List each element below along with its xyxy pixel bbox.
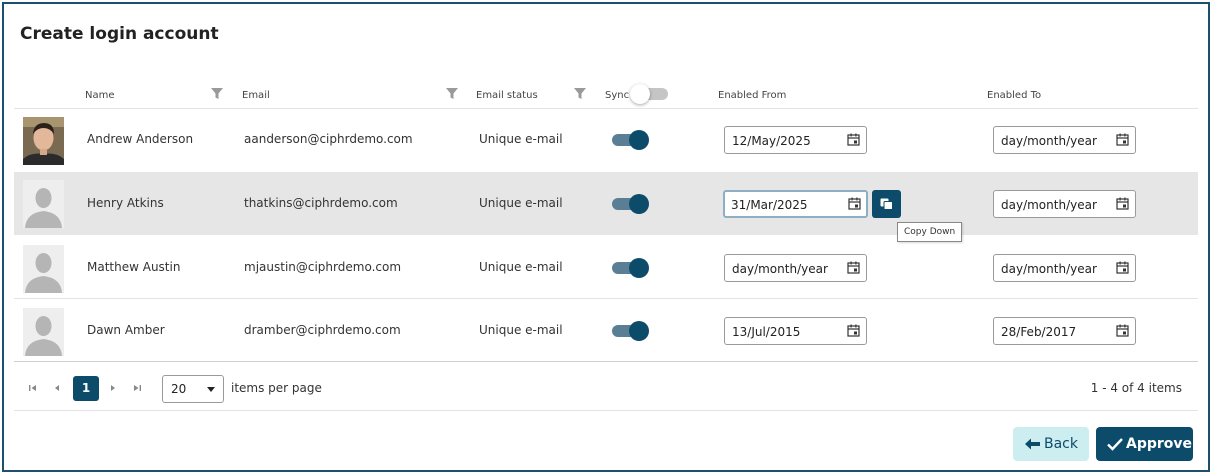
filter-icon[interactable] bbox=[574, 88, 586, 100]
avatar bbox=[23, 117, 64, 165]
calendar-icon[interactable] bbox=[1116, 197, 1129, 210]
table-row[interactable]: Matthew Austin mjaustin@ciphrdemo.com Un… bbox=[14, 237, 1198, 299]
date-value: 12/May/2025 bbox=[732, 134, 811, 148]
toggle-knob bbox=[629, 130, 649, 150]
toggle-knob bbox=[629, 321, 649, 341]
user-name: Dawn Amber bbox=[87, 323, 165, 337]
sync-toggle[interactable] bbox=[611, 130, 651, 150]
calendar-icon[interactable] bbox=[1116, 324, 1129, 337]
copy-down-button[interactable] bbox=[872, 190, 901, 218]
date-value: day/month/year bbox=[732, 262, 828, 276]
previous-page-icon[interactable] bbox=[52, 383, 62, 393]
copy-icon bbox=[880, 198, 893, 210]
date-value: day/month/year bbox=[1001, 198, 1097, 212]
enabled-from-date-input[interactable]: 31/Mar/2025 bbox=[723, 190, 868, 218]
first-page-icon[interactable] bbox=[28, 383, 38, 393]
copy-down-tooltip: Copy Down bbox=[897, 222, 962, 242]
enabled-to-date-input[interactable]: 28/Feb/2017 bbox=[993, 317, 1136, 345]
table-row[interactable]: Andrew Anderson aanderson@ciphrdemo.com … bbox=[14, 109, 1198, 171]
divider bbox=[14, 410, 1198, 411]
avatar bbox=[23, 245, 64, 293]
pagination-bar: 1 20 items per page 1 - 4 of 4 items bbox=[14, 364, 1198, 412]
sync-toggle[interactable] bbox=[611, 258, 651, 278]
email-status: Unique e-mail bbox=[479, 260, 563, 274]
enabled-to-date-input[interactable]: day/month/year bbox=[993, 190, 1136, 218]
filter-icon[interactable] bbox=[446, 88, 458, 100]
sync-all-toggle[interactable] bbox=[630, 84, 670, 104]
date-value: 13/Jul/2015 bbox=[732, 325, 801, 339]
column-header-sync: Sync bbox=[605, 90, 630, 101]
avatar bbox=[23, 308, 64, 356]
column-header-enabled-to[interactable]: Enabled To bbox=[987, 90, 1041, 101]
calendar-icon[interactable] bbox=[847, 261, 860, 274]
date-value: day/month/year bbox=[1001, 262, 1097, 276]
calendar-icon[interactable] bbox=[848, 197, 861, 210]
user-email: aanderson@ciphrdemo.com bbox=[244, 132, 413, 146]
approve-button-label: Approve bbox=[1126, 436, 1193, 452]
current-page-button[interactable]: 1 bbox=[73, 376, 99, 401]
user-name: Henry Atkins bbox=[87, 196, 164, 210]
table-header: Name Email Email status Sync Enabled Fro… bbox=[4, 84, 1204, 110]
divider bbox=[14, 298, 1198, 299]
approve-button[interactable]: Approve bbox=[1096, 427, 1193, 461]
user-name: Andrew Anderson bbox=[87, 132, 194, 146]
page-size-select[interactable]: 20 bbox=[162, 375, 224, 403]
enabled-from-date-input[interactable]: 12/May/2025 bbox=[724, 126, 867, 154]
calendar-icon[interactable] bbox=[1116, 133, 1129, 146]
date-value: day/month/year bbox=[1001, 134, 1097, 148]
column-header-email-status[interactable]: Email status bbox=[476, 90, 538, 101]
divider bbox=[14, 361, 1198, 362]
item-count-label: 1 - 4 of 4 items bbox=[1090, 381, 1182, 395]
toggle-knob bbox=[629, 194, 649, 214]
dialog-frame: Create login account Name Email Email st… bbox=[2, 2, 1210, 472]
user-email: thatkins@ciphrdemo.com bbox=[244, 196, 398, 210]
calendar-icon[interactable] bbox=[847, 324, 860, 337]
user-email: dramber@ciphrdemo.com bbox=[244, 323, 401, 337]
page-size-label: items per page bbox=[231, 381, 322, 395]
arrow-left-icon bbox=[1025, 438, 1040, 450]
date-value: 31/Mar/2025 bbox=[731, 198, 808, 212]
date-value: 28/Feb/2017 bbox=[1001, 325, 1077, 339]
toggle-knob bbox=[629, 258, 649, 278]
next-page-icon[interactable] bbox=[108, 383, 118, 393]
toggle-knob bbox=[630, 84, 650, 104]
table-row[interactable]: Henry Atkins thatkins@ciphrdemo.com Uniq… bbox=[14, 172, 1198, 235]
table-row[interactable]: Dawn Amber dramber@ciphrdemo.com Unique … bbox=[14, 300, 1198, 362]
enabled-to-date-input[interactable]: day/month/year bbox=[993, 254, 1136, 282]
enabled-to-date-input[interactable]: day/month/year bbox=[993, 126, 1136, 154]
user-name: Matthew Austin bbox=[87, 260, 181, 274]
sync-toggle[interactable] bbox=[611, 321, 651, 341]
email-status: Unique e-mail bbox=[479, 196, 563, 210]
checkmark-icon bbox=[1107, 438, 1123, 451]
last-page-icon[interactable] bbox=[132, 383, 142, 393]
email-status: Unique e-mail bbox=[479, 323, 563, 337]
back-button[interactable]: Back bbox=[1013, 427, 1089, 461]
email-status: Unique e-mail bbox=[479, 132, 563, 146]
page-size-value: 20 bbox=[171, 382, 187, 396]
enabled-from-date-input[interactable]: day/month/year bbox=[724, 254, 867, 282]
enabled-from-date-input[interactable]: 13/Jul/2015 bbox=[724, 317, 867, 345]
calendar-icon[interactable] bbox=[1116, 261, 1129, 274]
chevron-down-icon bbox=[207, 387, 215, 392]
filter-icon[interactable] bbox=[211, 88, 223, 100]
calendar-icon[interactable] bbox=[847, 133, 860, 146]
user-email: mjaustin@ciphrdemo.com bbox=[244, 260, 402, 274]
sync-toggle[interactable] bbox=[611, 194, 651, 214]
avatar bbox=[23, 180, 64, 228]
back-button-label: Back bbox=[1044, 436, 1078, 452]
page-title: Create login account bbox=[20, 24, 219, 44]
column-header-email[interactable]: Email bbox=[242, 90, 270, 101]
column-header-name[interactable]: Name bbox=[85, 90, 115, 101]
column-header-enabled-from[interactable]: Enabled From bbox=[718, 90, 786, 101]
